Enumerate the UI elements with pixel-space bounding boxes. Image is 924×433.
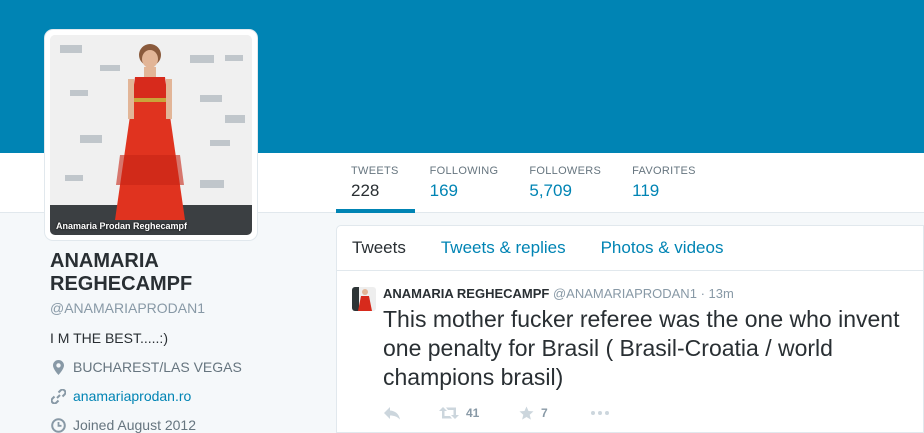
stat-following[interactable]: FOLLOWING 169 xyxy=(415,153,515,213)
stat-followers[interactable]: FOLLOWERS 5,709 xyxy=(514,153,617,213)
retweet-button[interactable]: 41 xyxy=(439,406,519,420)
star-icon xyxy=(519,406,534,420)
avatar-caption: Anamaria Prodan Reghecampf xyxy=(56,221,188,231)
stat-followers-label: FOLLOWERS xyxy=(529,165,602,177)
profile-stats-nav: TWEETS 228 FOLLOWING 169 FOLLOWERS 5,709… xyxy=(336,153,712,213)
profile-location: BUCHAREST/LAS VEGAS xyxy=(50,359,310,375)
tab-tweets-replies[interactable]: Tweets & replies xyxy=(441,238,566,258)
favorite-count: 7 xyxy=(541,406,548,420)
more-button[interactable] xyxy=(591,411,609,415)
tweet-avatar-photo-icon xyxy=(352,287,376,311)
timeline-tabs: Tweets Tweets & replies Photos & videos xyxy=(337,226,923,271)
avatar-photo-icon xyxy=(50,35,252,235)
profile-name[interactable]: ANAMARIA REGHECAMPF xyxy=(50,250,310,296)
profile-name-line2: REGHECAMPF xyxy=(50,273,193,295)
tweet-header: ANAMARIA REGHECAMPF @ANAMARIAPRODAN1 · 1… xyxy=(383,285,908,303)
profile-sidebar: ANAMARIA REGHECAMPF @ANAMARIAPRODAN1 I M… xyxy=(50,250,310,433)
tweet[interactable]: ANAMARIA REGHECAMPF @ANAMARIAPRODAN1 · 1… xyxy=(337,271,923,420)
more-dots-icon xyxy=(591,411,609,415)
reply-button[interactable] xyxy=(383,406,439,420)
stat-tweets-value: 228 xyxy=(351,181,380,200)
tab-tweets[interactable]: Tweets xyxy=(352,238,406,258)
stat-tweets[interactable]: TWEETS 228 xyxy=(336,153,415,213)
stat-followers-value: 5,709 xyxy=(529,181,572,200)
profile-bio: I M THE BEST.....:) xyxy=(50,330,168,346)
profile-name-line1: ANAMARIA xyxy=(50,250,159,272)
profile-joined: Joined August 2012 xyxy=(50,417,310,433)
profile-avatar-frame[interactable]: Anamaria Prodan Reghecampf xyxy=(45,30,257,240)
location-pin-icon xyxy=(50,359,66,375)
tweet-text: This mother fucker referee was the one w… xyxy=(383,306,900,390)
retweet-count: 41 xyxy=(466,406,480,420)
tweet-separator: · xyxy=(700,286,705,301)
tweet-author-name[interactable]: ANAMARIA REGHECAMPF xyxy=(383,286,549,301)
retweet-icon xyxy=(439,407,459,419)
profile-location-text: BUCHAREST/LAS VEGAS xyxy=(73,359,242,375)
calendar-clock-icon xyxy=(50,417,66,433)
profile-handle[interactable]: @ANAMARIAPRODAN1 xyxy=(50,300,310,316)
favorite-button[interactable]: 7 xyxy=(519,406,591,420)
profile-website: anamariaprodan.ro xyxy=(50,388,310,404)
tweet-timestamp[interactable]: 13m xyxy=(709,286,734,301)
stat-following-label: FOLLOWING xyxy=(429,165,499,177)
tab-photos-videos[interactable]: Photos & videos xyxy=(601,238,724,258)
tweet-actions: 41 7 xyxy=(383,406,908,420)
reply-icon xyxy=(384,407,400,420)
stat-favorites-value: 119 xyxy=(632,181,660,200)
stat-favorites-label: FAVORITES xyxy=(632,165,696,177)
timeline: Tweets Tweets & replies Photos & videos … xyxy=(336,225,924,433)
link-icon xyxy=(50,388,66,404)
profile-website-link[interactable]: anamariaprodan.ro xyxy=(73,388,191,404)
profile-avatar: Anamaria Prodan Reghecampf xyxy=(50,35,252,235)
profile-joined-text: Joined August 2012 xyxy=(73,417,196,433)
tweet-avatar[interactable] xyxy=(352,287,376,311)
stat-following-value: 169 xyxy=(429,181,459,200)
tweet-author-handle[interactable]: @ANAMARIAPRODAN1 xyxy=(553,286,697,301)
stat-favorites[interactable]: FAVORITES 119 xyxy=(617,153,712,213)
stat-tweets-label: TWEETS xyxy=(351,165,399,177)
